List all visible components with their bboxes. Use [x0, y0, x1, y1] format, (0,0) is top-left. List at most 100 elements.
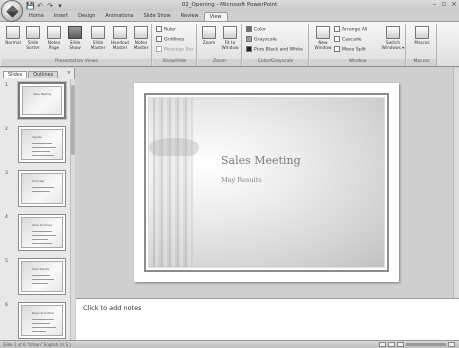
zoom-slider[interactable]	[406, 343, 446, 346]
move-split-button[interactable]: Move Split	[334, 46, 366, 54]
group-label-color-grayscale: Color/Grayscale	[243, 59, 308, 66]
window-controls: – ▫ ×	[433, 0, 457, 8]
title-bar: 💾 ↶ ↷ ▾ 02_Opening - Microsoft PowerPoin…	[0, 0, 459, 11]
slide-number: 4	[5, 215, 8, 220]
column-capital-image	[149, 138, 199, 156]
fit-to-window-icon	[223, 26, 237, 39]
handout-master-button[interactable]: Handout Master	[109, 26, 131, 58]
slide-number: 3	[5, 171, 8, 176]
notes-master-button[interactable]: Notes Master	[130, 26, 152, 58]
tab-outlines[interactable]: Outlines	[28, 71, 59, 78]
pure-black-white-button[interactable]: Pure Black and White	[246, 46, 303, 54]
slide-thumb-row[interactable]: 1 Sales Meeting	[0, 81, 70, 126]
tab-design[interactable]: Design	[73, 12, 100, 21]
office-button[interactable]	[1, 0, 23, 22]
group-label-macros: Macros	[407, 59, 436, 66]
slide-thumbnail[interactable]: Sales Meeting	[17, 81, 67, 120]
zoom-icon	[202, 26, 216, 39]
slide-sorter-icon	[26, 26, 40, 39]
notes-pane[interactable]: Click to add notes	[76, 298, 459, 340]
new-window-button[interactable]: New Window	[312, 26, 334, 58]
tab-insert[interactable]: Insert	[49, 12, 73, 21]
current-slide[interactable]: Sales Meeting May Results	[134, 83, 399, 282]
status-bar: Slide 1 of 6 "Urban" English (U.S.)	[0, 340, 459, 348]
maximize-button[interactable]: ▫	[441, 0, 446, 8]
slide-thumbnails: 1 Sales Meeting 2 Agenda 3 Overview 4 Sa…	[0, 79, 70, 340]
macros-icon	[415, 26, 429, 39]
group-label-presentation-views: Presentation Views	[2, 59, 151, 66]
grayscale-button[interactable]: Grayscale	[246, 36, 277, 44]
switch-windows-icon	[386, 26, 400, 39]
tab-review[interactable]: Review	[176, 12, 204, 21]
ruler-checkbox[interactable]: Ruler	[156, 26, 176, 34]
ribbon: Normal Slide Sorter Notes Page Slide Sho…	[0, 21, 459, 67]
normal-view-button[interactable]: Normal	[2, 26, 24, 58]
slide-master-button[interactable]: Slide Master	[87, 26, 109, 58]
slide-show-button[interactable]: Slide Show	[64, 26, 86, 58]
tab-slide-show[interactable]: Slide Show	[138, 12, 175, 21]
slide-number: 2	[5, 127, 8, 132]
cascade-button[interactable]: Cascade	[334, 36, 362, 44]
slide-thumbnail[interactable]: Regional Outlook	[18, 302, 66, 339]
arrange-all-button[interactable]: Arrange All	[334, 26, 367, 34]
ribbon-tabs: Home Insert Design Animations Slide Show…	[24, 12, 228, 21]
slide-thumb-row[interactable]: 6 Regional Outlook	[0, 302, 70, 340]
slide-title[interactable]: Sales Meeting	[221, 154, 301, 167]
new-window-icon	[316, 26, 330, 39]
column-image	[153, 98, 193, 267]
slide-frame: Sales Meeting May Results	[144, 93, 389, 272]
slide-thumb-row[interactable]: 2 Agenda	[0, 126, 70, 170]
slide-thumb-row[interactable]: 4 Sales Summary	[0, 214, 70, 258]
slide-thumbnail[interactable]: Team Results	[18, 258, 66, 295]
fit-slide-icon[interactable]	[448, 342, 455, 347]
slide-subtitle[interactable]: May Results	[221, 176, 262, 184]
slide-number: 6	[5, 303, 8, 308]
pane-close-icon[interactable]: ×	[67, 70, 71, 76]
group-presentation-views: Normal Slide Sorter Notes Page Slide Sho…	[2, 24, 152, 66]
slide-thumbnail[interactable]: Overview	[18, 170, 66, 207]
group-macros: Macros Macros	[407, 24, 437, 66]
group-label-zoom: Zoom	[198, 59, 241, 66]
slide-sorter-button[interactable]: Slide Sorter	[22, 26, 44, 58]
slide-background: Sales Meeting May Results	[148, 97, 385, 268]
slide-thumb-row[interactable]: 3 Overview	[0, 170, 70, 214]
color-button[interactable]: Color	[246, 26, 266, 34]
group-color-grayscale: Color Grayscale Pure Black and White Col…	[243, 24, 309, 66]
slide-show-view-icon[interactable]	[397, 342, 404, 347]
minimize-button[interactable]: –	[433, 0, 437, 8]
close-button[interactable]: ×	[451, 0, 457, 8]
group-window: New Window Arrange All Cascade Move Spli…	[310, 24, 406, 66]
slides-pane-scrollbar[interactable]	[70, 79, 75, 340]
tab-animations[interactable]: Animations	[100, 12, 138, 21]
view-controls	[379, 342, 455, 347]
slide-number: 1	[5, 83, 8, 88]
group-show-hide: Ruler Gridlines Message Bar Show/Hide	[153, 24, 197, 66]
slide-thumbnail[interactable]: Agenda	[18, 126, 66, 163]
handout-master-icon	[113, 26, 127, 39]
message-bar-checkbox[interactable]: Message Bar	[156, 46, 193, 54]
pane-tabs: Slides Outlines	[0, 70, 75, 78]
slide-area-scrollbar[interactable]	[453, 68, 459, 298]
slide-show-icon	[68, 26, 82, 39]
slides-pane: Slides Outlines × 1 Sales Meeting 2 Agen…	[0, 68, 75, 340]
normal-view-icon	[6, 26, 20, 39]
zoom-button[interactable]: Zoom	[198, 26, 220, 58]
group-label-show-hide: Show/Hide	[153, 59, 196, 66]
slide-thumb-row[interactable]: 5 Team Results	[0, 258, 70, 302]
fit-to-window-button[interactable]: Fit to Window	[219, 26, 241, 58]
slide-number: 5	[5, 259, 8, 264]
gridlines-checkbox[interactable]: Gridlines	[156, 36, 184, 44]
window-title: 02_Opening - Microsoft PowerPoint	[181, 2, 278, 8]
macros-button[interactable]: Macros	[411, 26, 433, 58]
slide-editing-area: Sales Meeting May Results	[76, 68, 459, 298]
normal-view-icon[interactable]	[379, 342, 386, 347]
notes-page-button[interactable]: Notes Page	[43, 26, 65, 58]
notes-placeholder[interactable]: Click to add notes	[83, 304, 141, 312]
status-text: Slide 1 of 6 "Urban" English (U.S.)	[3, 342, 71, 347]
tab-slides[interactable]: Slides	[3, 71, 28, 78]
slide-sorter-view-icon[interactable]	[388, 342, 395, 347]
switch-windows-button[interactable]: Switch Windows ▾	[380, 26, 406, 58]
slide-thumbnail[interactable]: Sales Summary	[18, 214, 66, 251]
tab-view[interactable]: View	[203, 12, 228, 21]
tab-home[interactable]: Home	[24, 12, 49, 21]
